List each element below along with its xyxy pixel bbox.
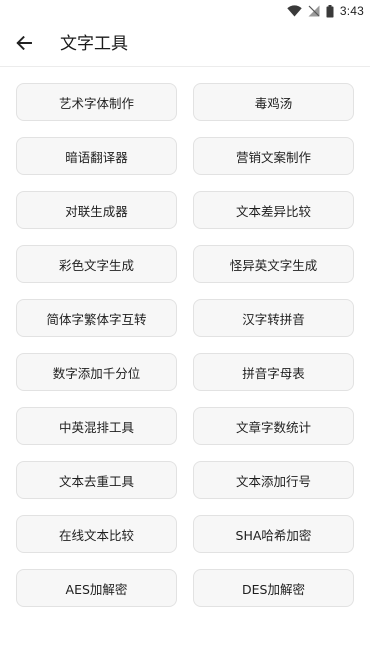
status-time: 3:43 (339, 4, 364, 18)
tool-button-aes[interactable]: AES加解密 (16, 569, 177, 607)
back-button[interactable] (10, 30, 38, 58)
wifi-icon (287, 5, 302, 17)
tool-button-line-numbers[interactable]: 文本添加行号 (193, 461, 354, 499)
tool-button-weird-english[interactable]: 怪异英文字生成 (193, 245, 354, 283)
tool-button-toxic-soup[interactable]: 毒鸡汤 (193, 83, 354, 121)
tool-button-online-compare[interactable]: 在线文本比较 (16, 515, 177, 553)
tool-button-art-font[interactable]: 艺术字体制作 (16, 83, 177, 121)
tool-button-colored-text[interactable]: 彩色文字生成 (16, 245, 177, 283)
page-title: 文字工具 (60, 34, 128, 54)
tool-grid: 艺术字体制作 毒鸡汤 暗语翻译器 营销文案制作 对联生成器 文本差异比较 彩色文… (16, 83, 354, 607)
tool-button-hanzi-pinyin[interactable]: 汉字转拼音 (193, 299, 354, 337)
tool-button-couplet-generator[interactable]: 对联生成器 (16, 191, 177, 229)
tool-button-des[interactable]: DES加解密 (193, 569, 354, 607)
tool-button-word-count[interactable]: 文章字数统计 (193, 407, 354, 445)
tool-button-text-diff[interactable]: 文本差异比较 (193, 191, 354, 229)
tool-button-pinyin-alphabet[interactable]: 拼音字母表 (193, 353, 354, 391)
tool-button-code-translator[interactable]: 暗语翻译器 (16, 137, 177, 175)
no-signal-icon (308, 5, 320, 17)
status-bar: 3:43 (0, 0, 370, 22)
arrow-left-icon (16, 35, 32, 54)
tool-button-simplified-traditional[interactable]: 简体字繁体字互转 (16, 299, 177, 337)
tool-button-marketing-copy[interactable]: 营销文案制作 (193, 137, 354, 175)
app-bar: 文字工具 (0, 22, 370, 66)
app-bar-divider (0, 66, 370, 67)
tool-button-cn-en-mix[interactable]: 中英混排工具 (16, 407, 177, 445)
tool-button-dedupe[interactable]: 文本去重工具 (16, 461, 177, 499)
tool-button-thousands-separator[interactable]: 数字添加千分位 (16, 353, 177, 391)
status-icons: 3:43 (287, 3, 364, 19)
tool-button-sha-hash[interactable]: SHA哈希加密 (193, 515, 354, 553)
battery-icon (326, 4, 334, 18)
